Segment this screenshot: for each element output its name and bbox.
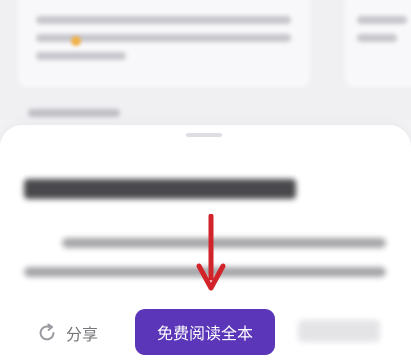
emoji-icon [71, 36, 81, 46]
share-label: 分享 [66, 325, 99, 344]
feed-meta-blurred [28, 109, 120, 117]
chapter-title-blurred [24, 179, 296, 199]
free-read-full-button[interactable]: 免费阅读全本 [135, 309, 275, 355]
background-feed [0, 0, 411, 120]
feed-card-right[interactable] [345, 0, 411, 87]
share-button[interactable]: 分享 [36, 318, 98, 348]
right-action-blurred[interactable] [298, 320, 380, 342]
sheet-grabber[interactable] [186, 133, 222, 137]
share-refresh-icon [39, 323, 55, 341]
down-arrow-icon [196, 214, 226, 291]
feed-card-left[interactable] [18, 0, 310, 87]
